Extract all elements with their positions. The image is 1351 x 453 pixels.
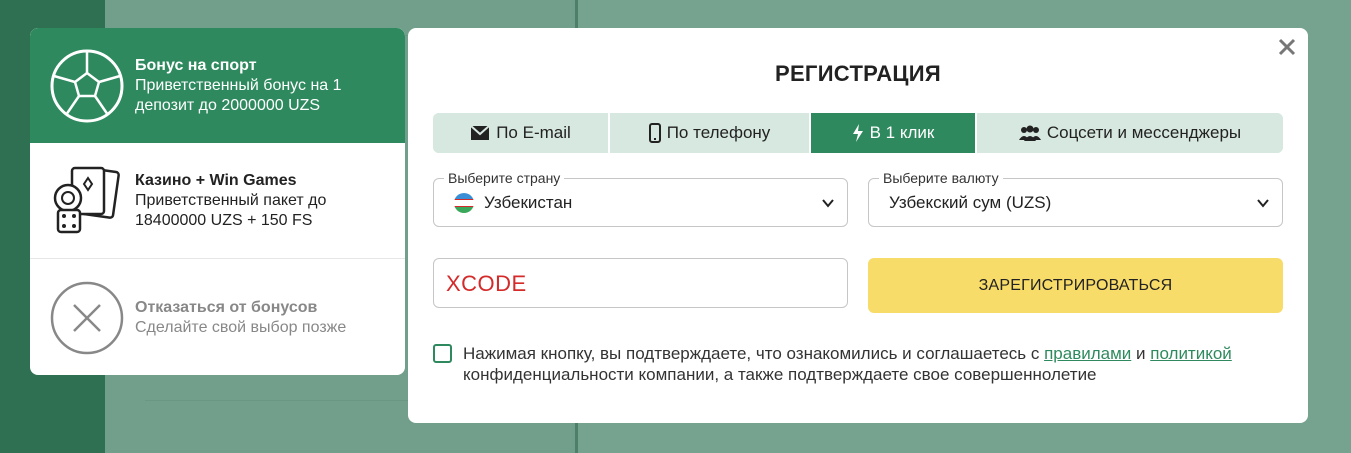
phone-icon — [648, 123, 661, 143]
envelope-icon — [470, 125, 490, 141]
tab-one-click[interactable]: В 1 клик — [811, 113, 977, 153]
bonus-panel: Бонус на спорт Приветственный бонус на 1… — [30, 28, 405, 375]
casino-cards-dice-icon — [50, 164, 124, 238]
bonus-option-casino[interactable]: Казино + Win Games Приветственный пакет … — [30, 143, 405, 259]
promo-code-input[interactable]: XCODE — [433, 258, 848, 308]
currency-select-label: Выберите валюту — [879, 170, 1003, 186]
bonus-description: Сделайте свой выбор позже — [135, 318, 347, 336]
soccer-ball-icon — [50, 49, 124, 123]
currency-select-value: Узбекский сум (UZS) — [889, 193, 1052, 212]
terms-text-part: конфиденциальности компании, а также под… — [463, 365, 1097, 384]
registration-modal: РЕГИСТРАЦИЯ По E-mail По телефону В 1 кл… — [408, 28, 1308, 423]
bonus-option-sport[interactable]: Бонус на спорт Приветственный бонус на 1… — [30, 28, 405, 143]
bonus-description: Приветственный пакет до 18400000 UZS + 1… — [135, 191, 327, 229]
uzbekistan-flag-icon — [454, 193, 474, 213]
bonus-title: Отказаться от бонусов — [135, 298, 318, 316]
tab-label: В 1 клик — [869, 123, 935, 142]
chevron-down-icon — [1256, 196, 1270, 210]
tab-social[interactable]: Соцсети и мессенджеры — [977, 113, 1283, 153]
currency-select[interactable]: Выберите валюту Узбекский сум (UZS) — [868, 170, 1283, 227]
policy-link[interactable]: политикой — [1150, 344, 1232, 363]
country-select-value: Узбекистан — [484, 193, 573, 212]
terms-text: Нажимая кнопку, вы подтверждаете, что оз… — [463, 343, 1303, 385]
bonus-option-decline[interactable]: Отказаться от бонусов Сделайте свой выбо… — [30, 260, 405, 375]
register-button[interactable]: ЗАРЕГИСТРИРОВАТЬСЯ — [868, 258, 1283, 313]
country-select[interactable]: Выберите страну Узбекистан — [433, 170, 848, 227]
country-select-label: Выберите страну — [444, 170, 565, 186]
registration-tabs: По E-mail По телефону В 1 клик Соцсети и… — [433, 113, 1283, 153]
rules-link[interactable]: правилами — [1044, 344, 1131, 363]
tab-label: По E-mail — [496, 123, 571, 142]
modal-title: РЕГИСТРАЦИЯ — [774, 61, 942, 86]
close-icon[interactable] — [1276, 36, 1298, 58]
tab-label: По телефону — [666, 123, 771, 142]
promo-code-value: XCODE — [446, 271, 527, 296]
terms-text-part: Нажимая кнопку, вы подтверждаете, что оз… — [463, 344, 1045, 363]
terms-checkbox[interactable] — [433, 344, 452, 363]
bonus-description: Приветственный бонус на 1 депозит до 200… — [135, 76, 342, 114]
tab-label: Соцсети и мессенджеры — [1046, 123, 1242, 142]
terms-text-part: и — [1131, 344, 1151, 363]
bonus-title: Бонус на спорт — [135, 56, 257, 74]
tab-phone[interactable]: По телефону — [610, 113, 811, 153]
close-circle-icon — [50, 281, 124, 355]
tab-email[interactable]: По E-mail — [433, 113, 610, 153]
users-icon — [1018, 125, 1041, 141]
bonus-title: Казино + Win Games — [135, 171, 297, 189]
chevron-down-icon — [821, 196, 835, 210]
lightning-icon — [852, 124, 864, 142]
